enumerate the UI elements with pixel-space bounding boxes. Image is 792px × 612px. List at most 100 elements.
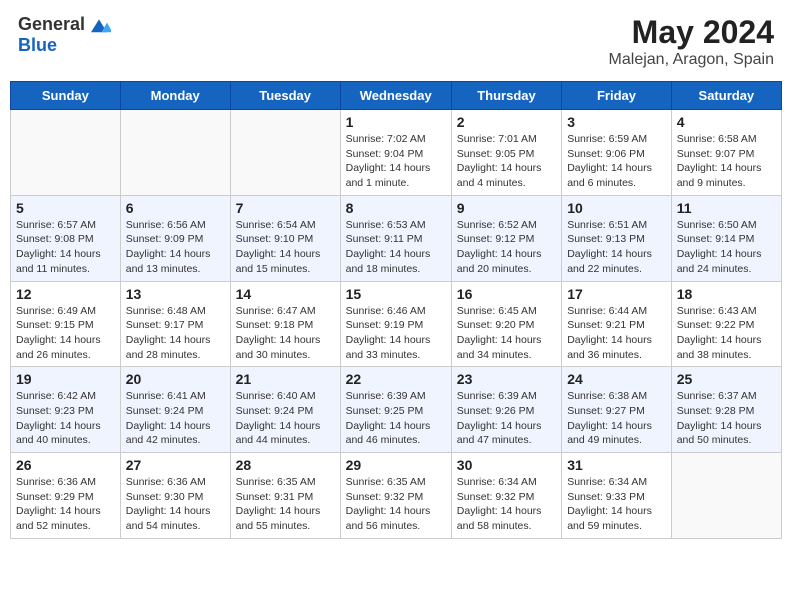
calendar-day-cell bbox=[230, 110, 340, 196]
calendar-day-cell: 22 Sunrise: 6:39 AM Sunset: 9:25 PM Dayli… bbox=[340, 367, 451, 453]
calendar-table: SundayMondayTuesdayWednesdayThursdayFrid… bbox=[10, 81, 782, 539]
day-info: Sunrise: 6:57 AM Sunset: 9:08 PM Dayligh… bbox=[16, 218, 115, 277]
calendar-day-cell: 3 Sunrise: 6:59 AM Sunset: 9:06 PM Daylig… bbox=[562, 110, 672, 196]
calendar-day-cell: 13 Sunrise: 6:48 AM Sunset: 9:17 PM Dayli… bbox=[120, 281, 230, 367]
day-info: Sunrise: 6:56 AM Sunset: 9:09 PM Dayligh… bbox=[126, 218, 225, 277]
day-info: Sunrise: 6:49 AM Sunset: 9:15 PM Dayligh… bbox=[16, 304, 115, 363]
calendar-day-cell bbox=[671, 453, 781, 539]
day-info: Sunrise: 6:48 AM Sunset: 9:17 PM Dayligh… bbox=[126, 304, 225, 363]
calendar-day-cell: 14Sunrise: 6:47 AM Sunset: 9:18 PM Dayli… bbox=[230, 281, 340, 367]
calendar-day-cell: 11Sunrise: 6:50 AM Sunset: 9:14 PM Dayli… bbox=[671, 195, 781, 281]
day-number: 12 bbox=[16, 286, 115, 302]
day-number: 2 bbox=[457, 114, 556, 130]
day-info: Sunrise: 6:58 AM Sunset: 9:07 PM Dayligh… bbox=[677, 132, 776, 191]
calendar-day-cell: 8 Sunrise: 6:53 AM Sunset: 9:11 PM Daylig… bbox=[340, 195, 451, 281]
day-number: 3 bbox=[567, 114, 666, 130]
day-number: 19 bbox=[16, 371, 115, 387]
day-info: Sunrise: 6:42 AM Sunset: 9:23 PM Dayligh… bbox=[16, 389, 115, 448]
header: General Blue May 2024 Malejan, Aragon, S… bbox=[10, 10, 782, 73]
day-number: 5 bbox=[16, 200, 115, 216]
calendar-day-cell: 16Sunrise: 6:45 AM Sunset: 9:20 PM Dayli… bbox=[451, 281, 561, 367]
calendar-day-cell: 18Sunrise: 6:43 AM Sunset: 9:22 PM Dayli… bbox=[671, 281, 781, 367]
title-area: May 2024 Malejan, Aragon, Spain bbox=[609, 14, 774, 69]
calendar-day-cell: 1 Sunrise: 7:02 AM Sunset: 9:04 PM Daylig… bbox=[340, 110, 451, 196]
day-info: Sunrise: 6:46 AM Sunset: 9:19 PM Dayligh… bbox=[346, 304, 446, 363]
calendar-day-cell: 6 Sunrise: 6:56 AM Sunset: 9:09 PM Daylig… bbox=[120, 195, 230, 281]
calendar-day-cell: 31 Sunrise: 6:34 AM Sunset: 9:33 PM Dayli… bbox=[562, 453, 672, 539]
day-info: Sunrise: 6:39 AM Sunset: 9:26 PM Dayligh… bbox=[457, 389, 556, 448]
day-of-week-header: Thursday bbox=[451, 82, 561, 110]
day-info: Sunrise: 6:53 AM Sunset: 9:11 PM Dayligh… bbox=[346, 218, 446, 277]
day-info: Sunrise: 6:44 AM Sunset: 9:21 PM Dayligh… bbox=[567, 304, 666, 363]
day-info: Sunrise: 6:59 AM Sunset: 9:06 PM Dayligh… bbox=[567, 132, 666, 191]
calendar-day-cell: 12 Sunrise: 6:49 AM Sunset: 9:15 PM Dayli… bbox=[11, 281, 121, 367]
day-info: Sunrise: 6:36 AM Sunset: 9:29 PM Dayligh… bbox=[16, 475, 115, 534]
day-info: Sunrise: 6:41 AM Sunset: 9:24 PM Dayligh… bbox=[126, 389, 225, 448]
logo-general-text: General bbox=[18, 14, 85, 35]
day-of-week-header: Wednesday bbox=[340, 82, 451, 110]
day-info: Sunrise: 6:35 AM Sunset: 9:31 PM Dayligh… bbox=[236, 475, 335, 534]
day-number: 21 bbox=[236, 371, 335, 387]
calendar-day-cell: 25 Sunrise: 6:37 AM Sunset: 9:28 PM Dayli… bbox=[671, 367, 781, 453]
calendar-day-cell: 4 Sunrise: 6:58 AM Sunset: 9:07 PM Daylig… bbox=[671, 110, 781, 196]
calendar-day-cell bbox=[120, 110, 230, 196]
calendar-day-cell: 20 Sunrise: 6:41 AM Sunset: 9:24 PM Dayli… bbox=[120, 367, 230, 453]
calendar-day-cell: 9 Sunrise: 6:52 AM Sunset: 9:12 PM Daylig… bbox=[451, 195, 561, 281]
calendar-week-row: 5 Sunrise: 6:57 AM Sunset: 9:08 PM Daylig… bbox=[11, 195, 782, 281]
day-number: 9 bbox=[457, 200, 556, 216]
calendar-day-cell: 17Sunrise: 6:44 AM Sunset: 9:21 PM Dayli… bbox=[562, 281, 672, 367]
day-of-week-header: Friday bbox=[562, 82, 672, 110]
day-info: Sunrise: 6:34 AM Sunset: 9:33 PM Dayligh… bbox=[567, 475, 666, 534]
day-number: 27 bbox=[126, 457, 225, 473]
calendar-day-cell: 7Sunrise: 6:54 AM Sunset: 9:10 PM Daylig… bbox=[230, 195, 340, 281]
day-info: Sunrise: 6:36 AM Sunset: 9:30 PM Dayligh… bbox=[126, 475, 225, 534]
day-info: Sunrise: 6:52 AM Sunset: 9:12 PM Dayligh… bbox=[457, 218, 556, 277]
day-number: 6 bbox=[126, 200, 225, 216]
calendar-day-cell: 21 Sunrise: 6:40 AM Sunset: 9:24 PM Dayli… bbox=[230, 367, 340, 453]
calendar-header-row: SundayMondayTuesdayWednesdayThursdayFrid… bbox=[11, 82, 782, 110]
day-info: Sunrise: 6:34 AM Sunset: 9:32 PM Dayligh… bbox=[457, 475, 556, 534]
day-number: 15 bbox=[346, 286, 446, 302]
day-number: 24 bbox=[567, 371, 666, 387]
day-number: 25 bbox=[677, 371, 776, 387]
calendar-day-cell: 30 Sunrise: 6:34 AM Sunset: 9:32 PM Dayli… bbox=[451, 453, 561, 539]
day-of-week-header: Tuesday bbox=[230, 82, 340, 110]
day-info: Sunrise: 6:38 AM Sunset: 9:27 PM Dayligh… bbox=[567, 389, 666, 448]
calendar-day-cell: 15 Sunrise: 6:46 AM Sunset: 9:19 PM Dayli… bbox=[340, 281, 451, 367]
day-number: 26 bbox=[16, 457, 115, 473]
calendar-week-row: 12 Sunrise: 6:49 AM Sunset: 9:15 PM Dayli… bbox=[11, 281, 782, 367]
day-number: 8 bbox=[346, 200, 446, 216]
calendar-day-cell: 19 Sunrise: 6:42 AM Sunset: 9:23 PM Dayli… bbox=[11, 367, 121, 453]
day-info: Sunrise: 7:01 AM Sunset: 9:05 PM Dayligh… bbox=[457, 132, 556, 191]
day-number: 20 bbox=[126, 371, 225, 387]
day-number: 31 bbox=[567, 457, 666, 473]
day-info: Sunrise: 7:02 AM Sunset: 9:04 PM Dayligh… bbox=[346, 132, 446, 191]
day-number: 14 bbox=[236, 286, 335, 302]
day-number: 28 bbox=[236, 457, 335, 473]
day-info: Sunrise: 6:54 AM Sunset: 9:10 PM Dayligh… bbox=[236, 218, 335, 277]
day-info: Sunrise: 6:35 AM Sunset: 9:32 PM Dayligh… bbox=[346, 475, 446, 534]
day-info: Sunrise: 6:39 AM Sunset: 9:25 PM Dayligh… bbox=[346, 389, 446, 448]
calendar-subtitle: Malejan, Aragon, Spain bbox=[609, 51, 774, 69]
calendar-day-cell: 26 Sunrise: 6:36 AM Sunset: 9:29 PM Dayli… bbox=[11, 453, 121, 539]
calendar-day-cell bbox=[11, 110, 121, 196]
calendar-day-cell: 27 Sunrise: 6:36 AM Sunset: 9:30 PM Dayli… bbox=[120, 453, 230, 539]
calendar-day-cell: 24 Sunrise: 6:38 AM Sunset: 9:27 PM Dayli… bbox=[562, 367, 672, 453]
day-number: 10 bbox=[567, 200, 666, 216]
day-number: 30 bbox=[457, 457, 556, 473]
day-info: Sunrise: 6:40 AM Sunset: 9:24 PM Dayligh… bbox=[236, 389, 335, 448]
logo: General Blue bbox=[18, 14, 111, 56]
day-number: 1 bbox=[346, 114, 446, 130]
day-number: 29 bbox=[346, 457, 446, 473]
day-number: 4 bbox=[677, 114, 776, 130]
calendar-day-cell: 23Sunrise: 6:39 AM Sunset: 9:26 PM Dayli… bbox=[451, 367, 561, 453]
day-of-week-header: Saturday bbox=[671, 82, 781, 110]
day-number: 13 bbox=[126, 286, 225, 302]
day-number: 22 bbox=[346, 371, 446, 387]
day-info: Sunrise: 6:45 AM Sunset: 9:20 PM Dayligh… bbox=[457, 304, 556, 363]
day-info: Sunrise: 6:37 AM Sunset: 9:28 PM Dayligh… bbox=[677, 389, 776, 448]
calendar-title: May 2024 bbox=[609, 14, 774, 51]
calendar-day-cell: 5 Sunrise: 6:57 AM Sunset: 9:08 PM Daylig… bbox=[11, 195, 121, 281]
calendar-day-cell: 28 Sunrise: 6:35 AM Sunset: 9:31 PM Dayli… bbox=[230, 453, 340, 539]
calendar-day-cell: 29 Sunrise: 6:35 AM Sunset: 9:32 PM Dayli… bbox=[340, 453, 451, 539]
